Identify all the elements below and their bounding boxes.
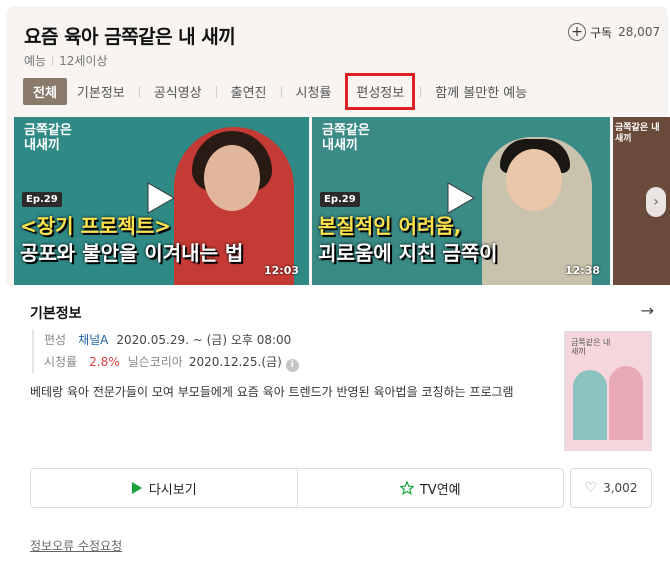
tab-all[interactable]: 전체 <box>23 78 67 105</box>
section-title: 기본정보 <box>30 306 82 322</box>
caption-line-2: 괴로움에 지친 금쪽이 <box>318 241 498 265</box>
schedule-row: 편성 채널A 2020.05.29. ~ (금) 오후 08:00 <box>44 329 299 351</box>
report-error-link[interactable]: 정보오류 수정요청 <box>30 537 122 554</box>
plus-icon: + <box>568 23 586 41</box>
tab-divider <box>420 85 422 98</box>
caption-line-1: <장기 프로젝트> <box>20 214 171 238</box>
schedule-key: 편성 <box>44 333 67 347</box>
tab-divider <box>280 85 282 98</box>
play-icon <box>131 482 142 494</box>
video-duration: 12:03 <box>263 264 299 277</box>
tv-entertainment-button[interactable]: TV연예 <box>296 469 564 507</box>
video-caption: <장기 프로젝트> 공포와 불안을 이겨내는 법 <box>20 213 243 267</box>
video-thumbnail[interactable]: 금쪽같은 내새끼 › <box>613 117 670 285</box>
tab-recommended-shows[interactable]: 함께 볼만한 예능 <box>425 78 537 105</box>
video-caption: 본질적인 어려움, 괴로움에 지친 금쪽이 <box>318 213 498 267</box>
show-title[interactable]: 요즘 육아 금쪽같은 내 새끼 <box>24 22 236 49</box>
carousel-next-button[interactable]: › <box>646 187 666 217</box>
channel-link[interactable]: 채널A <box>78 333 108 347</box>
tv-entertainment-label: TV연예 <box>419 482 461 498</box>
schedule-rating-block: 편성 채널A 2020.05.29. ~ (금) 오후 08:00 시청률 2.8% 닐… <box>32 329 299 373</box>
divider <box>52 56 54 66</box>
page: 요즘 육아 금쪽같은 내 새끼 예능 12세이상 + 구독 28,007 전체 기… <box>0 0 670 569</box>
subscribe-button[interactable]: + 구독 28,007 <box>568 23 660 41</box>
show-poster[interactable]: 금쪽같은 내새끼 <box>564 331 652 451</box>
poster-title: 금쪽같은 내새끼 <box>571 338 611 356</box>
rating-row: 시청률 2.8% 닐슨코리아 2020.12.25.(금) i <box>44 351 299 373</box>
tab-divider <box>138 85 140 98</box>
rating-key: 시청률 <box>44 355 78 369</box>
show-description: 베테랑 육아 전문가들이 모여 부모들에게 요즘 육아 트렌드가 반영된 육아법… <box>30 385 514 399</box>
tab-basic-info[interactable]: 기본정보 <box>67 78 135 105</box>
age-rating: 12세이상 <box>59 54 108 68</box>
play-icon[interactable] <box>146 181 176 215</box>
rewatch-label: 다시보기 <box>148 482 197 498</box>
star-icon <box>399 481 414 495</box>
video-carousel: 금쪽같은 내새끼 Ep.29 <장기 프로젝트> 공포와 불안을 이겨내는 법 … <box>14 117 670 285</box>
rating-date: 2020.12.25.(금) <box>188 355 282 369</box>
tab-official-videos[interactable]: 공식영상 <box>144 78 212 105</box>
show-logo: 금쪽같은 내새끼 <box>615 123 660 144</box>
episode-badge: Ep.29 <box>320 192 360 207</box>
info-icon[interactable]: i <box>285 359 299 372</box>
action-bar: 다시보기 TV연예 <box>30 468 564 508</box>
genre-label: 예능 <box>24 54 47 68</box>
rating-value: 2.8% <box>89 355 120 369</box>
chevron-right-icon: › <box>653 194 659 210</box>
face-shape <box>506 149 562 211</box>
caption-line-1: 본질적인 어려움, <box>318 214 462 238</box>
schedule-text: 2020.05.29. ~ (금) 오후 08:00 <box>116 333 292 347</box>
show-subinfo: 예능 12세이상 <box>24 52 107 69</box>
thumbnail-image <box>482 137 592 285</box>
play-icon[interactable] <box>446 181 476 215</box>
poster-figure <box>609 366 643 440</box>
basic-info-section: 기본정보 → 편성 채널A 2020.05.29. ~ (금) 오후 08:00 시… <box>14 285 668 569</box>
caption-line-2: 공포와 불안을 이겨내는 법 <box>20 241 244 265</box>
like-count: 3,002 <box>603 481 638 495</box>
subscribe-label: 구독 <box>590 25 613 40</box>
arrow-right-icon[interactable]: → <box>641 301 654 320</box>
like-button[interactable]: ♡ 3,002 <box>570 468 652 508</box>
face-shape <box>204 145 260 211</box>
poster-figure <box>573 370 607 440</box>
tab-bar: 전체 기본정보 공식영상 출연진 시청률 편성정보 함께 볼만한 예능 <box>23 73 537 110</box>
tab-schedule[interactable]: 편성정보 <box>345 73 416 110</box>
show-logo: 금쪽같은 내새끼 <box>24 123 72 153</box>
subscriber-count: 28,007 <box>618 25 661 39</box>
rating-source: 닐슨코리아 <box>127 355 183 369</box>
tab-ratings[interactable]: 시청률 <box>286 78 342 105</box>
episode-badge: Ep.29 <box>22 192 62 207</box>
video-thumbnail[interactable]: 금쪽같은 내새끼 Ep.29 <장기 프로젝트> 공포와 불안을 이겨내는 법 … <box>14 117 309 285</box>
rewatch-button[interactable]: 다시보기 <box>31 469 297 507</box>
tab-divider <box>345 85 347 98</box>
video-thumbnail[interactable]: 금쪽같은 내새끼 Ep.29 본질적인 어려움, 괴로움에 지친 금쪽이 12:… <box>312 117 610 285</box>
tab-divider <box>215 85 217 98</box>
heart-icon: ♡ <box>584 480 598 496</box>
show-logo: 금쪽같은 내새끼 <box>322 123 370 153</box>
tab-cast[interactable]: 출연진 <box>221 78 277 105</box>
video-duration: 12:38 <box>564 264 600 277</box>
